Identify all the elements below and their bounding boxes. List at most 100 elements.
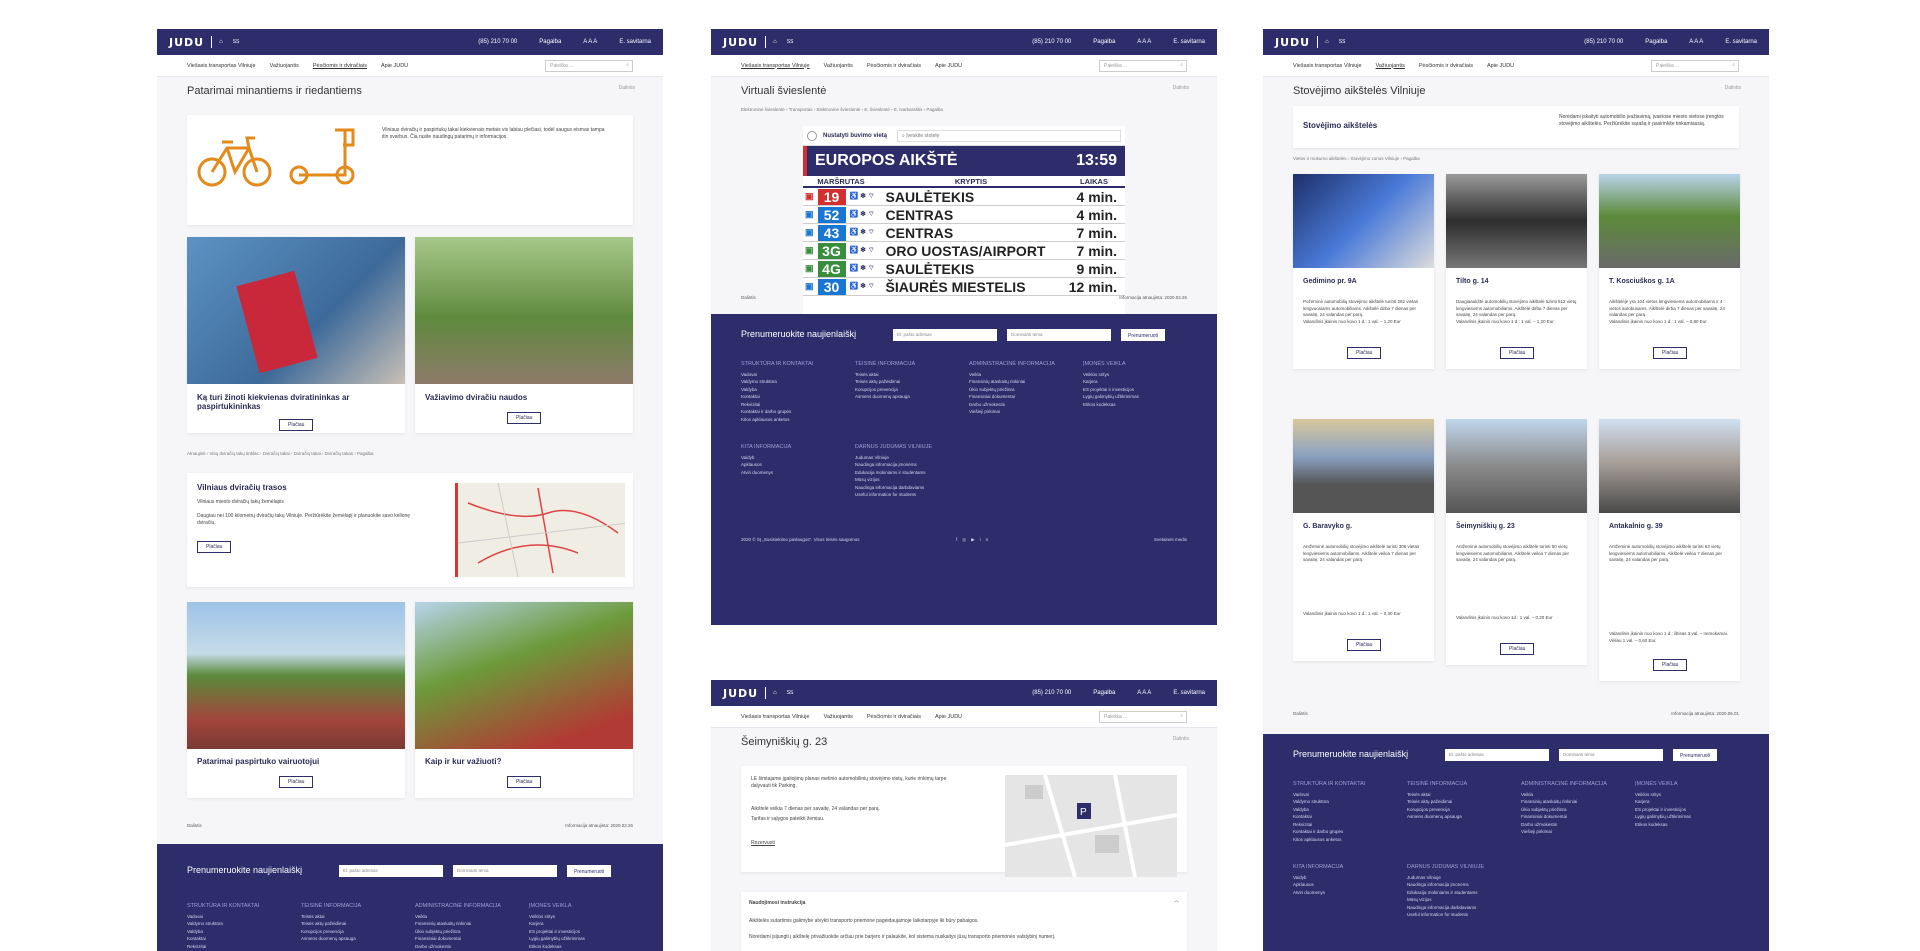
- stop-search-input[interactable]: ⌕ Įveskite stotelę: [897, 129, 1121, 142]
- breadcrumb-item[interactable]: Dviračių takas: [325, 451, 353, 456]
- search-input[interactable]: Paieška ... ⌕: [1651, 59, 1739, 72]
- eshop-link[interactable]: E. savitarna: [1725, 39, 1757, 45]
- more-button[interactable]: Plačiau: [1347, 639, 1382, 651]
- nav-item-public-transport[interactable]: Viešasis transportas Vilniuje: [741, 63, 810, 69]
- judu-logo[interactable]: JUDU: [1275, 36, 1310, 49]
- article-title[interactable]: Ką turi žinoti kiekvienas dviratininkas …: [187, 393, 387, 411]
- search-input[interactable]: Paieška ... ⌕: [1099, 59, 1187, 72]
- locate-icon[interactable]: [807, 130, 817, 141]
- phone-link[interactable]: (85) 210 70 00: [1032, 690, 1071, 696]
- search-icon[interactable]: ⌕: [1180, 713, 1183, 719]
- article-title[interactable]: Patarimai paspirtuko vairuotojui: [187, 757, 329, 766]
- more-button[interactable]: Plačiau: [507, 412, 542, 424]
- chevron-up-icon[interactable]: ︿: [1174, 898, 1179, 905]
- topic-select[interactable]: Dominanti tema: [1559, 749, 1663, 761]
- more-button[interactable]: Plačiau: [1347, 347, 1382, 359]
- breadcrumb-item[interactable]: Pagalba: [926, 107, 943, 112]
- bike-routes-map[interactable]: [455, 483, 625, 577]
- breadcrumb-item[interactable]: Stovėjimo zonos Vilniuje: [1350, 156, 1399, 161]
- topic-select[interactable]: Dominanti tema: [1007, 329, 1111, 341]
- more-button[interactable]: Plačiau: [1653, 347, 1688, 359]
- nav-item-walking-cycling[interactable]: Pėsčiomis ir dviračiais: [867, 63, 921, 69]
- subscribe-button[interactable]: Prenumeruoti: [1673, 749, 1718, 761]
- more-button[interactable]: Plačiau: [279, 419, 314, 431]
- eshop-link[interactable]: E. savitarna: [1173, 39, 1205, 45]
- share-link[interactable]: Dalintis: [1173, 85, 1189, 91]
- breadcrumb-item[interactable]: Elektroninė švieslentė: [741, 107, 785, 112]
- breadcrumb-item[interactable]: Visų dviračių takų tinklas: [210, 451, 259, 456]
- nav-item-driving[interactable]: Važiuojantis: [824, 63, 853, 69]
- share-link[interactable]: Dalintis: [619, 85, 635, 91]
- parking-name[interactable]: Gedimino pr. 9A: [1293, 278, 1367, 285]
- breadcrumb-item[interactable]: Transportas: [789, 107, 813, 112]
- phone-link[interactable]: (85) 210 70 00: [478, 39, 517, 45]
- nav-item-walking-cycling[interactable]: Pėsčiomis ir dviračiais: [1419, 63, 1473, 69]
- search-icon[interactable]: ⌕: [626, 62, 629, 68]
- subscribe-button[interactable]: Prenumeruoti: [1121, 329, 1166, 341]
- nav-item-driving[interactable]: Važiuojantis: [824, 714, 853, 720]
- font-size-toggle[interactable]: A A A: [1137, 690, 1151, 696]
- nav-item-public-transport[interactable]: Viešasis transportas Vilniuje: [1293, 63, 1362, 69]
- sitemap-link[interactable]: Svetainės medis: [1154, 536, 1187, 544]
- instagram-icon[interactable]: ◎: [962, 537, 971, 542]
- eshop-link[interactable]: E. savitarna: [1173, 690, 1205, 696]
- parking-name[interactable]: Tilto g. 14: [1446, 278, 1499, 285]
- nav-item-about[interactable]: Apie JUDU: [935, 63, 962, 69]
- breadcrumb-item[interactable]: Dviračių takai: [263, 451, 290, 456]
- topic-select[interactable]: Dominanti tema: [453, 865, 557, 877]
- phone-link[interactable]: (85) 210 70 00: [1032, 39, 1071, 45]
- breadcrumb-item[interactable]: Elektroninė švieslentė: [817, 107, 861, 112]
- breadcrumb-item[interactable]: Atnaujinti: [187, 451, 206, 456]
- accordion-title[interactable]: Naudojimosi instrukcija: [749, 900, 805, 907]
- judu-logo[interactable]: JUDU: [169, 36, 204, 49]
- email-input[interactable]: El. pašto adresas: [1445, 749, 1549, 761]
- more-button[interactable]: Plačiau: [1500, 347, 1535, 359]
- linkedin-icon[interactable]: in: [980, 537, 994, 542]
- more-button[interactable]: Plačiau: [279, 776, 314, 788]
- search-icon[interactable]: ⌕: [1180, 62, 1183, 68]
- judu-logo[interactable]: JUDU: [723, 36, 758, 49]
- more-button[interactable]: Plačiau: [197, 541, 232, 553]
- font-size-toggle[interactable]: A A A: [1689, 39, 1703, 45]
- help-link[interactable]: Pagalba: [1645, 39, 1667, 45]
- search-icon[interactable]: ⌕: [1732, 62, 1735, 68]
- nav-item-about[interactable]: Apie JUDU: [935, 714, 962, 720]
- search-input[interactable]: Paieška ... ⌕: [545, 59, 633, 72]
- breadcrumb-item[interactable]: Dviračių takai: [294, 451, 321, 456]
- parking-name[interactable]: G. Baravyko g.: [1293, 523, 1362, 530]
- font-size-toggle[interactable]: A A A: [1137, 39, 1151, 45]
- locate-button[interactable]: Nustatyti buvimo vietą: [823, 133, 887, 139]
- breadcrumb-item[interactable]: Vietos ir mokumo aikštelės: [1293, 156, 1346, 161]
- phone-link[interactable]: (85) 210 70 00: [1584, 39, 1623, 45]
- article-title[interactable]: Kaip ir kur važiuoti?: [415, 757, 511, 766]
- search-input[interactable]: Paieška ... ⌕: [1099, 710, 1187, 723]
- judu-logo[interactable]: JUDU: [723, 687, 758, 700]
- more-button[interactable]: Plačiau: [1653, 659, 1688, 671]
- subscribe-button[interactable]: Prenumeruoti: [567, 865, 612, 877]
- help-link[interactable]: Pagalba: [1093, 690, 1115, 696]
- font-size-toggle[interactable]: A A A: [583, 39, 597, 45]
- eshop-link[interactable]: E. savitarna: [619, 39, 651, 45]
- share-link[interactable]: Dalintis: [1725, 85, 1741, 91]
- youtube-icon[interactable]: ▶: [971, 537, 979, 542]
- email-input[interactable]: El. pašto adresas: [339, 865, 443, 877]
- nav-item-walking-cycling[interactable]: Pėsčiomis ir dviračiais: [313, 63, 367, 69]
- instructions-accordion[interactable]: Naudojimosi instrukcija ︿ Aikštelės suta…: [741, 892, 1187, 951]
- parking-name[interactable]: Šeimyniškių g. 23: [1446, 523, 1525, 530]
- share-link[interactable]: Dalintis: [1173, 736, 1189, 742]
- nav-item-public-transport[interactable]: Viešasis transportas Vilniuje: [187, 63, 256, 69]
- nav-item-about[interactable]: Apie JUDU: [1487, 63, 1514, 69]
- reserve-link[interactable]: Rezervuoti: [751, 840, 775, 847]
- breadcrumb-item[interactable]: Pagalba: [357, 451, 374, 456]
- nav-item-walking-cycling[interactable]: Pėsčiomis ir dviračiais: [867, 714, 921, 720]
- more-button[interactable]: Plačiau: [507, 776, 542, 788]
- nav-item-about[interactable]: Apie JUDU: [381, 63, 408, 69]
- parking-location-map[interactable]: P: [1005, 775, 1177, 877]
- breadcrumb-item[interactable]: Pagalba: [1403, 156, 1420, 161]
- breadcrumb-item[interactable]: E. švieslentė: [864, 107, 890, 112]
- nav-item-driving[interactable]: Važiuojantis: [1376, 63, 1405, 69]
- help-link[interactable]: Pagalba: [539, 39, 561, 45]
- email-input[interactable]: El. pašto adresas: [893, 329, 997, 341]
- parking-name[interactable]: Antakalnio g. 39: [1599, 523, 1673, 530]
- breadcrumb-item[interactable]: E. tvarkaraštis: [894, 107, 923, 112]
